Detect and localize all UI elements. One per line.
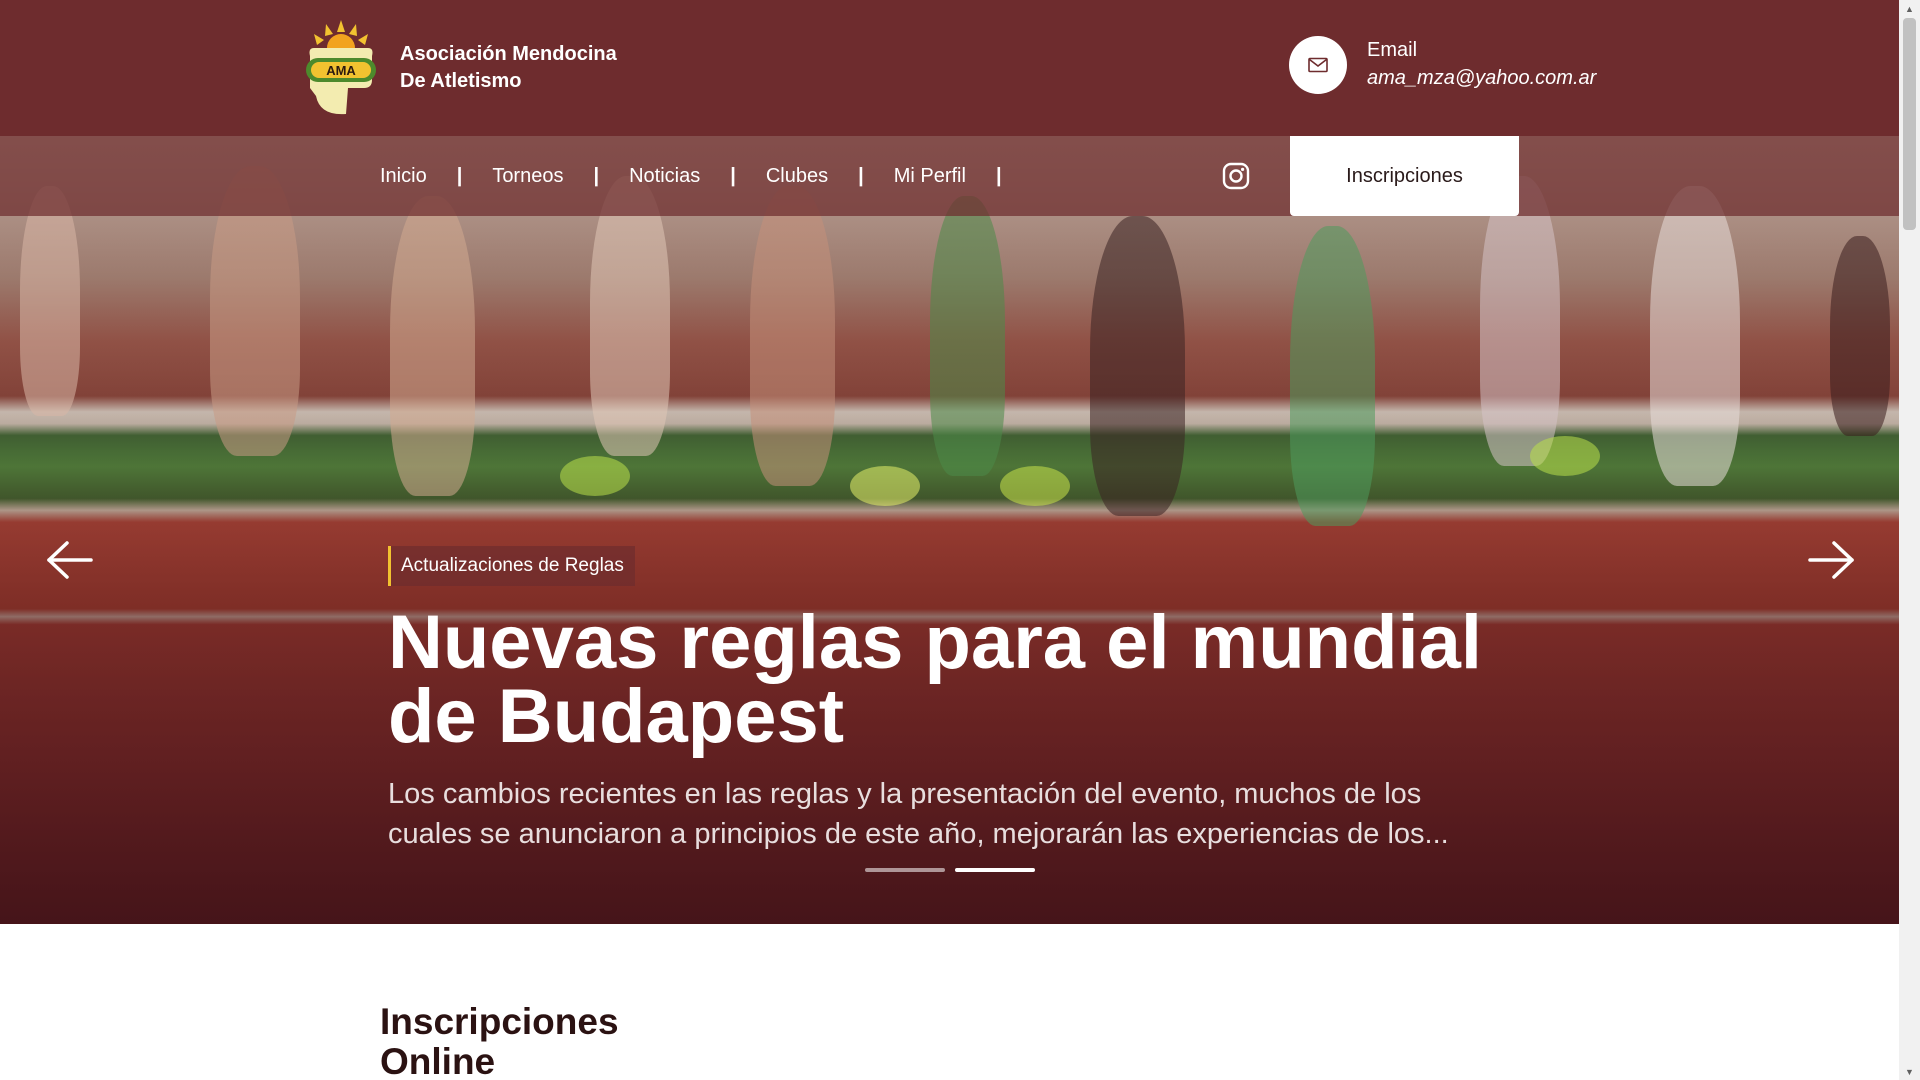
slider-dot-1[interactable] <box>865 868 945 872</box>
slide-headline[interactable]: Nuevas reglas para el mundial de Budapes… <box>388 600 1528 759</box>
page: AMA Asociación Mendocina De Atletismo Em… <box>0 0 1899 1080</box>
section-title-line1: Inscripciones <box>380 1001 619 1042</box>
section-title-inscripciones-online: Inscripciones Online <box>380 1002 680 1080</box>
slider-pagination <box>865 868 1035 872</box>
slide-headline-line2: de Budapest <box>388 674 845 759</box>
hero-slider: Inicio | Torneos | Noticias | Clubes | M… <box>0 136 1899 924</box>
arrow-left-icon[interactable] <box>45 540 95 580</box>
brand-name[interactable]: Asociación Mendocina De Atletismo <box>400 41 617 95</box>
nav-separator: | <box>858 164 864 187</box>
slide-excerpt-line2: cuales se anunciaron a principios de est… <box>388 818 1449 850</box>
section-title-line2: Online <box>380 1041 496 1080</box>
mail-icon-badge <box>1289 36 1347 94</box>
mail-icon <box>1308 57 1328 73</box>
nav-item-inicio[interactable]: Inicio <box>380 165 427 188</box>
arrow-right-icon[interactable] <box>1806 540 1856 580</box>
nav-item-noticias[interactable]: Noticias <box>629 165 700 188</box>
scroll-down-arrow-icon[interactable]: ▼ <box>1899 1063 1920 1080</box>
svg-text:AMA: AMA <box>326 63 356 78</box>
inscripciones-button[interactable]: Inscripciones <box>1290 136 1519 216</box>
brand-name-line2: De Atletismo <box>400 70 522 92</box>
main-nav: Inicio | Torneos | Noticias | Clubes | M… <box>0 136 1899 216</box>
contact-label: Email <box>1367 39 1418 61</box>
brand[interactable]: AMA Asociación Mendocina De Atletismo <box>300 18 617 118</box>
nav-links: Inicio | Torneos | Noticias | Clubes | M… <box>380 136 1032 216</box>
slide-excerpt: Los cambios recientes en las reglas y la… <box>388 774 1528 854</box>
top-header: AMA Asociación Mendocina De Atletismo Em… <box>0 0 1899 136</box>
scroll-up-arrow-icon[interactable]: ▲ <box>1899 0 1920 17</box>
slide-excerpt-line1: Los cambios recientes en las reglas y la… <box>388 778 1422 810</box>
contact-email: Email ama_mza@yahoo.com.ar <box>1289 36 1596 94</box>
nav-separator: | <box>456 164 463 187</box>
contact-email-value[interactable]: ama_mza@yahoo.com.ar <box>1367 63 1596 93</box>
slide-category-badge[interactable]: Actualizaciones de Reglas <box>388 546 635 586</box>
slide-content: Actualizaciones de Reglas Nuevas reglas … <box>388 546 1528 854</box>
slider-dot-2[interactable] <box>955 868 1035 872</box>
scrollbar-thumb[interactable] <box>1903 18 1916 230</box>
page-scrollbar[interactable]: ▲ ▼ <box>1899 0 1920 1080</box>
brand-name-line1: Asociación Mendocina <box>400 43 617 65</box>
nav-separator: | <box>593 164 600 187</box>
logo-emblem-icon: AMA <box>306 20 376 115</box>
nav-separator: | <box>730 164 736 187</box>
contact-text: Email ama_mza@yahoo.com.ar <box>1367 37 1596 93</box>
nav-item-clubes[interactable]: Clubes <box>766 165 828 188</box>
nav-item-torneos[interactable]: Torneos <box>492 165 563 188</box>
instagram-icon[interactable] <box>1222 162 1250 190</box>
nav-item-mi-perfil[interactable]: Mi Perfil <box>894 165 966 188</box>
logo[interactable]: AMA <box>300 18 382 118</box>
slide-headline-line1: Nuevas reglas para el mundial <box>388 600 1483 685</box>
nav-separator: | <box>995 164 1002 187</box>
